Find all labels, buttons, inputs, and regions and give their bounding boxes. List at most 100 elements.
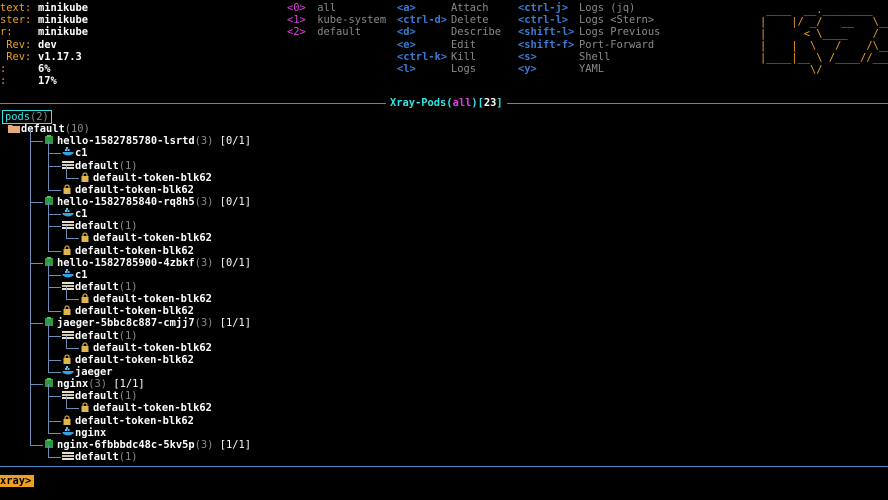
namespace-key: <1> [287,14,306,27]
shortcut-key: <s> [518,50,537,63]
namespace-key: <0> [287,2,306,14]
pod-icon [44,378,54,388]
tree-node[interactable]: default-token-blk62 [0,287,888,305]
tree-node[interactable]: hello-1582785840-rq8h5(3) [0/1] [0,189,888,208]
node-name: default-token-blk62 [75,183,194,196]
tree-connector [66,226,67,239]
container-icon [62,147,74,156]
tree-connector [66,238,79,240]
shortcut-action: Kill [451,50,477,63]
info-label: Rev: [0,50,32,63]
shortcut-action: Logs <Stern> [579,14,655,27]
node-count: (3) [194,195,214,208]
shortcut-item[interactable]: <s> Shell [518,50,610,63]
tree-node[interactable]: default(1) [0,153,888,172]
pods-root-count: (2) [30,111,49,123]
tree-node[interactable]: nginx-6fbbbdc48c-5kv5p(3) [1/1] [0,432,888,451]
tree-node[interactable]: default-token-blk62 [0,396,888,414]
tree-node[interactable]: default-token-blk62 [0,408,888,427]
shortcut-item[interactable]: <ctrl-j> Logs (jq) [518,2,635,14]
tree-connector [48,456,61,458]
xray-tree[interactable]: pods(2) default(10) hello-1582785780-lsrtd… [0,110,888,463]
shortcut-item[interactable]: <ctrl-k> Kill [397,51,476,63]
tree-node[interactable]: default-token-blk62 [0,335,888,354]
pods-root-label[interactable]: pods(2) [2,110,52,124]
shortcut-item[interactable]: <ctrl-l> Logs <Stern> [518,14,654,27]
tree-node[interactable]: c1 [0,202,888,221]
node-count: (10) [64,123,90,136]
tree-node[interactable]: default(1) [0,274,888,293]
tree-node[interactable]: default(1) [0,384,888,403]
tree-node[interactable]: nginx(3) [1/1] [0,372,888,390]
tree-node[interactable]: default-token-blk62 [0,165,888,184]
cluster-info-row: text: minikube [0,2,88,14]
tree-connector [48,432,61,434]
namespace-row[interactable]: default(10) [0,123,888,135]
shortcut-action: Shell [579,50,611,63]
tree-node[interactable]: default-token-blk62 [0,347,888,366]
shortcut-item[interactable]: <shift-l> Logs Previous [518,26,660,39]
namespace-name: default [311,26,362,39]
tree-connector [48,286,61,288]
tree-connector [66,287,67,300]
node-name: nginx [75,426,107,439]
tree-node[interactable]: default(1) [0,214,888,232]
tree-connector [30,262,43,264]
node-name: default-token-blk62 [75,244,194,257]
shortcut-item[interactable]: <e> Edit [397,39,476,51]
node-count: (3) [194,317,214,330]
node-count: (1) [118,390,138,403]
info-label: r: [0,26,13,39]
tree-node[interactable]: nginx [0,420,888,439]
tree-connector [30,201,43,203]
namespace-item[interactable]: <2> default [287,26,361,38]
node-name: c1 [75,208,88,221]
shortcut-key: <ctrl-j> [518,2,569,14]
tree-connector [48,189,61,191]
node-name: default-token-blk62 [75,353,194,366]
tree-node[interactable]: hello-1582785780-lsrtd(3) [0/1] [0,129,888,147]
pods-root-name: pods [5,111,31,123]
info-label: : [0,75,7,88]
cluster-info-row: ster: minikube [0,14,88,26]
namespace-item[interactable]: <0> all [287,2,336,14]
node-name: default-token-blk62 [75,305,194,318]
tree-root-row[interactable]: pods(2) [0,110,888,124]
shortcut-item[interactable]: <y> YAML [518,63,604,75]
tree-node[interactable]: default-token-blk62 [0,177,888,196]
command-prompt[interactable]: xray> [0,475,35,487]
namespace-name: kube-system [311,14,387,27]
tree-node[interactable]: jaeger [0,359,888,378]
tree-node[interactable]: c1 [0,262,888,281]
shortcut-key: <shift-l> [518,26,575,39]
service-account-icon [62,281,74,290]
tree-node[interactable]: default-token-blk62 [0,299,888,318]
tree-connector [66,335,67,348]
shortcut-key: <ctrl-d> [397,14,448,27]
shortcut-item[interactable]: <l> Logs [397,63,476,75]
logo-line: ____ __.________ [760,4,873,16]
node-name: jaeger-5bbc8c887-cmjj7 [57,317,195,330]
ready-status: [0/1] [219,256,251,269]
shortcut-item[interactable]: <a> Attach [397,2,489,14]
lock-icon [62,414,72,425]
tree-node[interactable]: jaeger-5bbc8c887-cmjj7(3) [1/1] [0,311,888,330]
shortcut-item[interactable]: <d> Describe [397,26,501,38]
tree-guide [48,445,49,458]
tree-node[interactable]: default-token-blk62 [0,238,888,257]
node-name: default [75,450,119,463]
shortcut-key: <ctrl-l> [518,14,569,27]
tree-connector [48,371,61,373]
tree-node[interactable]: c1 [0,141,888,159]
shortcut-item[interactable]: <shift-f> Port-Forward [518,39,654,51]
info-value: v1.17.3 [38,50,82,63]
tree-connector [48,311,61,313]
tree-node[interactable]: default(1) [0,323,888,342]
tree-node[interactable]: default(1) [0,444,888,463]
folder-icon [8,123,20,134]
shortcut-item[interactable]: <ctrl-d> Delete [397,14,489,27]
info-value: dev [38,38,57,51]
tree-node[interactable]: hello-1582785900-4zbkf(3) [0/1] [0,250,888,269]
namespace-item[interactable]: <1> kube-system [287,14,386,27]
tree-node[interactable]: default-token-blk62 [0,226,888,244]
